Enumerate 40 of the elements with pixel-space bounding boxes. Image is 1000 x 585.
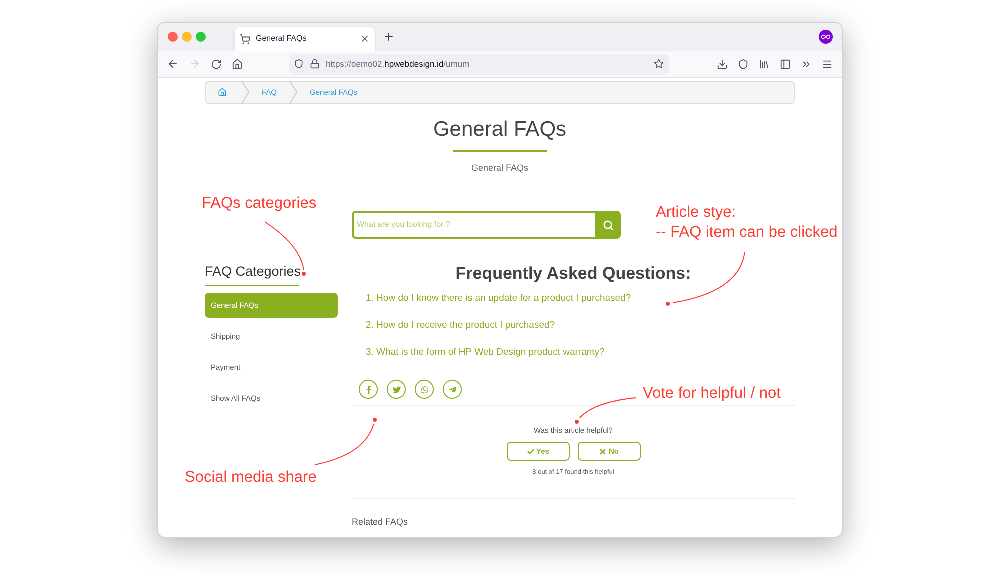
home-icon[interactable]	[232, 58, 243, 70]
reload-icon[interactable]	[211, 58, 222, 70]
download-icon[interactable]	[717, 58, 728, 70]
address-bar[interactable]: https://demo02.hpwebdesign.id/umum	[289, 54, 669, 74]
page-subtitle: General FAQs	[471, 162, 529, 175]
menu-icon[interactable]	[822, 58, 833, 70]
tab-title: General FAQs	[256, 33, 308, 45]
faq-question-link[interactable]: 2. How do I receive the product I purchased?	[366, 318, 795, 333]
faq-heading: Frequently Asked Questions:	[454, 263, 692, 285]
check-icon	[526, 448, 535, 456]
annotation-arrow	[575, 398, 636, 424]
lock-icon[interactable]	[310, 59, 320, 69]
close-window-icon[interactable]	[168, 32, 178, 42]
chevron-separator-icon	[241, 81, 250, 104]
search-icon	[602, 220, 614, 230]
annotation-text: FAQs categories	[202, 194, 317, 214]
page-title: General FAQs	[433, 117, 567, 143]
search-field[interactable]: What are you looking for ?	[352, 211, 595, 239]
back-icon[interactable]	[167, 58, 179, 70]
faq-question-link[interactable]: 3. What is the form of HP Web Design product warranty?	[366, 345, 795, 360]
annotation-arrow	[314, 418, 377, 466]
faq-question-link[interactable]: 1. How do I know there is an update for a product I purchased?	[366, 291, 795, 306]
annotation-text: Article stye: -- FAQ item can be clicked	[656, 203, 838, 243]
x-icon	[599, 448, 607, 456]
chevrons-icon[interactable]	[801, 58, 812, 70]
annotation-text: Social media share	[185, 468, 317, 488]
browser-tab[interactable]: General FAQs	[235, 27, 375, 51]
cart-icon	[240, 34, 251, 44]
close-icon[interactable]	[360, 34, 370, 44]
private-browsing-icon[interactable]	[819, 30, 833, 44]
annotation-text: Vote for helpful / not	[643, 384, 781, 404]
library-icon[interactable]	[759, 58, 770, 70]
bookmark-star-icon[interactable]	[654, 59, 664, 69]
sidebar-icon[interactable]	[780, 58, 791, 70]
shield-icon[interactable]	[294, 59, 304, 69]
sidebar-title: FAQ Categories	[205, 263, 302, 281]
chevron-separator-icon	[289, 81, 298, 104]
related-heading: Related FAQs	[352, 517, 410, 528]
new-tab-icon[interactable]	[383, 31, 395, 43]
url-text: https://demo02.hpwebdesign.id/umum	[326, 58, 471, 70]
